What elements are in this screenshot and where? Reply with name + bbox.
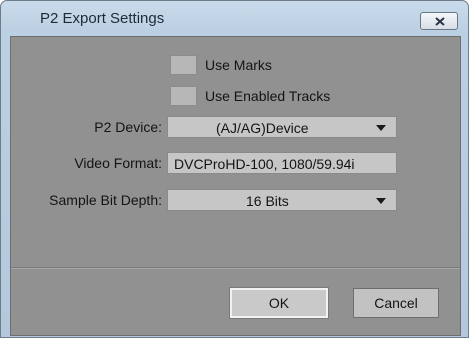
use-enabled-tracks-label: Use Enabled Tracks [205,88,331,104]
use-marks-checkbox[interactable] [170,55,197,75]
p2-device-label: P2 Device: [94,119,162,135]
video-format-label: Video Format: [74,155,162,171]
bit-depth-value: 16 Bits [246,193,289,209]
p2-device-dropdown[interactable]: (AJ/AG)Device [167,116,397,138]
video-format-field: DVCProHD-100, 1080/59.94i [167,152,397,174]
close-button[interactable] [420,12,458,30]
p2-device-value: (AJ/AG)Device [216,120,309,136]
dialog-title: P2 Export Settings [40,10,165,27]
bit-depth-dropdown[interactable]: 16 Bits [167,189,397,211]
export-settings-dialog: P2 Export Settings Use Marks Use Enabled… [0,0,469,338]
title-bar[interactable]: P2 Export Settings [1,1,468,35]
chevron-down-icon [376,198,386,204]
cancel-button[interactable]: Cancel [353,288,439,318]
chevron-down-icon [376,125,386,131]
video-format-value: DVCProHD-100, 1080/59.94i [174,156,355,172]
ok-button[interactable]: OK [230,288,328,318]
close-x-icon [435,17,445,26]
separator-highlight [11,268,460,269]
use-marks-label: Use Marks [205,57,272,73]
dialog-body: Use Marks Use Enabled Tracks P2 Device: … [10,36,461,336]
use-enabled-tracks-checkbox[interactable] [170,86,197,106]
bit-depth-label: Sample Bit Depth: [49,192,162,208]
